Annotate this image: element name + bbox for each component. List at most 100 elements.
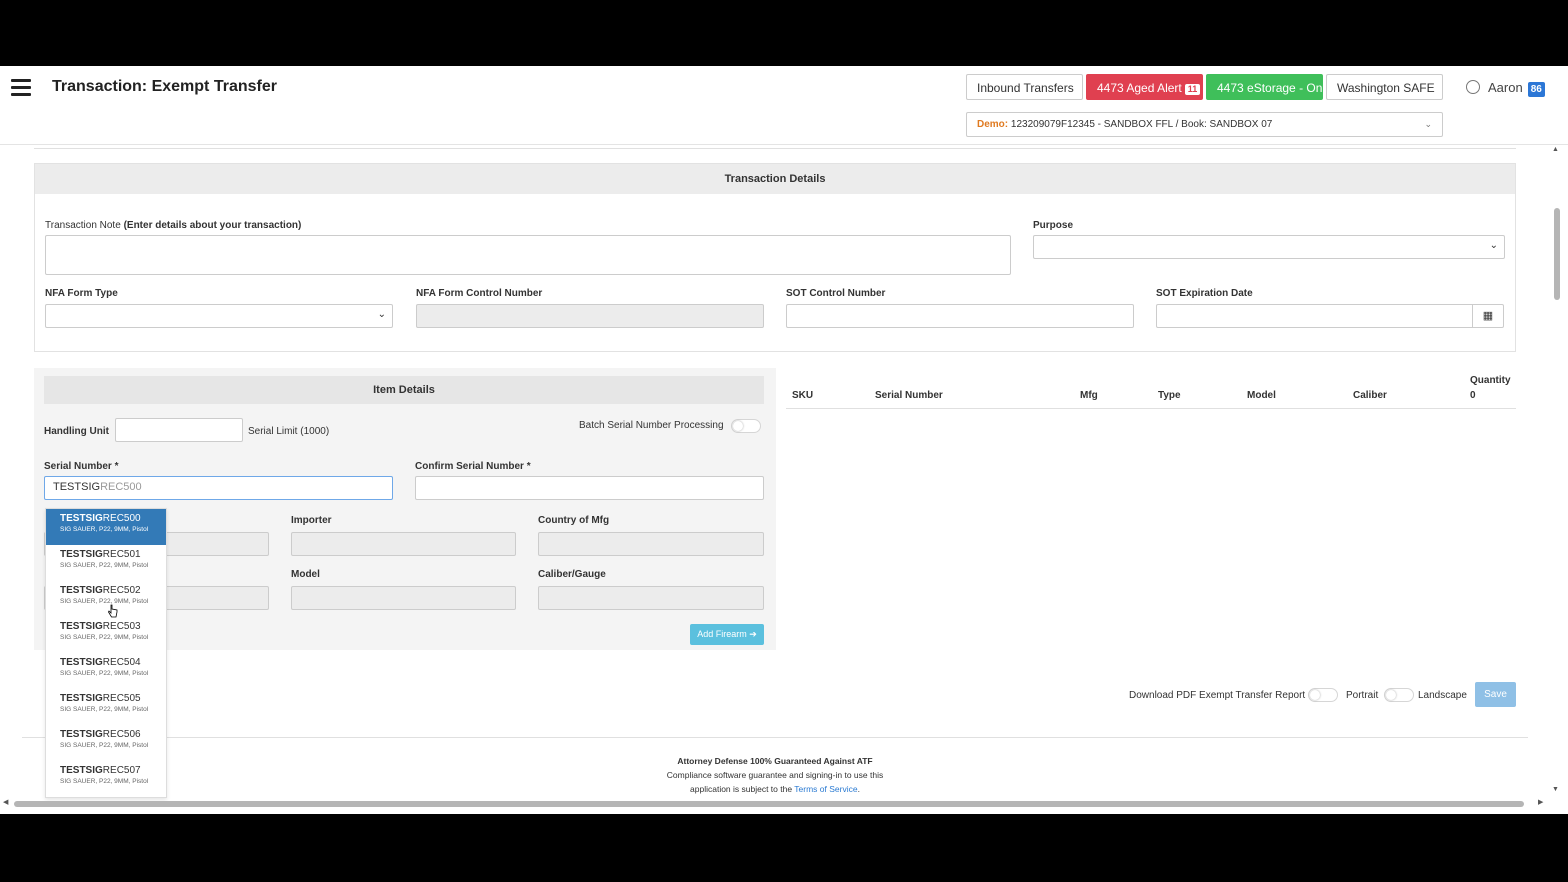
suggestion-item[interactable]: TESTSIGREC505 SIG SAUER, P22, 9MM, Pistol <box>46 689 166 725</box>
footer-period: . <box>857 784 860 794</box>
aged-alert-button[interactable]: 4473 Aged Alert 11 <box>1086 74 1203 100</box>
add-firearm-button[interactable]: Add Firearm ➔ <box>690 624 764 645</box>
suggestion-prefix: TESTSIG <box>60 621 103 632</box>
suggestion-description: SIG SAUER, P22, 9MM, Pistol <box>60 526 149 533</box>
mouse-cursor-icon <box>108 604 118 618</box>
inbound-transfers-button[interactable]: Inbound Transfers <box>966 74 1083 100</box>
serial-limit-text: Serial Limit (1000) <box>248 426 330 437</box>
scroll-right-icon[interactable]: ▶ <box>1538 798 1543 806</box>
suggestion-serial: TESTSIGREC505 <box>60 693 166 704</box>
orientation-toggle[interactable] <box>1384 688 1414 702</box>
transaction-details-heading: Transaction Details <box>35 164 1515 194</box>
column-model: Model <box>1247 390 1276 401</box>
suggestion-rest: REC504 <box>102 657 141 668</box>
sot-control-number-label: SOT Control Number <box>786 288 886 299</box>
chevron-down-icon: ⌄ <box>377 309 386 320</box>
user-menu[interactable]: Aaron 86 <box>1466 80 1545 97</box>
suggestion-serial: TESTSIGREC503 <box>60 621 166 632</box>
transaction-details-panel: Transaction Details Transaction Note (En… <box>34 163 1516 352</box>
calendar-icon[interactable]: ▦ <box>1472 305 1503 327</box>
user-badge: 86 <box>1527 82 1545 97</box>
suggestion-prefix: TESTSIG <box>60 513 103 524</box>
estorage-button[interactable]: 4473 eStorage - On <box>1206 74 1323 100</box>
suggestion-prefix: TESTSIG <box>60 729 103 740</box>
transaction-note-label-text: Transaction Note <box>45 220 121 231</box>
terms-of-service-link[interactable]: Terms of Service <box>794 784 857 794</box>
serial-typed-text: TESTSIG <box>53 481 101 493</box>
serial-number-input[interactable]: TESTSIGREC500 <box>44 476 393 500</box>
suggestion-prefix: TESTSIG <box>60 585 103 596</box>
item-details-heading: Item Details <box>44 376 764 404</box>
suggestion-item[interactable]: TESTSIGREC507 SIG SAUER, P22, 9MM, Pistol <box>46 761 166 797</box>
user-circle-icon <box>1466 80 1480 94</box>
handling-unit-input[interactable] <box>115 418 243 442</box>
suggestion-description: SIG SAUER, P22, 9MM, Pistol <box>60 706 149 713</box>
handling-unit-label: Handling Unit <box>44 426 109 437</box>
hamburger-icon[interactable] <box>11 79 31 96</box>
download-report-toggle[interactable] <box>1308 688 1338 702</box>
suggestion-serial: TESTSIGREC507 <box>60 765 166 776</box>
vertical-scroll-thumb[interactable] <box>1554 208 1560 300</box>
page-title: Transaction: Exempt Transfer <box>52 78 277 95</box>
scroll-left-icon[interactable]: ◀ <box>3 798 8 806</box>
batch-serial-label: Batch Serial Number Processing <box>579 420 724 431</box>
suggestion-description: SIG SAUER, P22, 9MM, Pistol <box>60 670 149 677</box>
suggestion-item[interactable]: TESTSIGREC506 SIG SAUER, P22, 9MM, Pistol <box>46 725 166 761</box>
column-type: Type <box>1158 390 1181 401</box>
serial-suggest-text: REC500 <box>100 481 142 493</box>
model-label: Model <box>291 569 320 580</box>
scroll-down-icon[interactable]: ▼ <box>1552 786 1559 793</box>
book-select[interactable]: Demo: 123209079F12345 - SANDBOX FFL / Bo… <box>966 112 1443 137</box>
purpose-select[interactable]: ⌄ <box>1033 235 1505 259</box>
purpose-label: Purpose <box>1033 220 1074 231</box>
horizontal-scroll-thumb[interactable] <box>14 801 1524 807</box>
suggestion-serial: TESTSIGREC501 <box>60 549 166 560</box>
column-quantity: Quantity <box>1470 375 1511 386</box>
suggestion-item[interactable]: TESTSIGREC501 SIG SAUER, P22, 9MM, Pistol <box>46 545 166 581</box>
suggestion-description: SIG SAUER, P22, 9MM, Pistol <box>60 778 149 785</box>
sot-expiration-input[interactable]: ▦ <box>1156 304 1504 328</box>
suggestion-prefix: TESTSIG <box>60 549 103 560</box>
vertical-scrollbar[interactable]: ▲ ▼ <box>1550 146 1564 796</box>
suggestion-prefix: TESTSIG <box>60 693 103 704</box>
caliber-gauge-label: Caliber/Gauge <box>538 569 606 580</box>
download-report-label: Download PDF Exempt Transfer Report <box>1129 690 1306 701</box>
footer-line-2: application is subject to the Terms of S… <box>622 782 928 796</box>
scroll-up-icon[interactable]: ▲ <box>1552 146 1559 153</box>
transaction-note-label: Transaction Note (Enter details about yo… <box>45 220 301 231</box>
horizontal-scrollbar[interactable]: ◀ ▶ <box>0 798 1550 810</box>
nfa-control-number-label: NFA Form Control Number <box>416 288 543 299</box>
landscape-label: Landscape <box>1418 690 1467 701</box>
transaction-note-textarea[interactable] <box>45 235 1011 275</box>
suggestion-rest: REC503 <box>102 621 141 632</box>
batch-serial-toggle[interactable] <box>731 419 761 433</box>
aged-alert-count: 11 <box>1184 84 1201 95</box>
confirm-serial-input[interactable] <box>415 476 764 500</box>
suggestion-rest: REC501 <box>102 549 141 560</box>
suggestion-item[interactable]: TESTSIGREC502 SIG SAUER, P22, 9MM, Pistol <box>46 581 166 617</box>
nfa-form-type-select[interactable]: ⌄ <box>45 304 393 328</box>
footer-line-2-text: application is subject to the <box>690 784 793 794</box>
sot-expiration-label: SOT Expiration Date <box>1156 288 1253 299</box>
suggestion-prefix: TESTSIG <box>60 657 103 668</box>
suggestion-rest: REC507 <box>102 765 141 776</box>
footer: Attorney Defense 100% Guaranteed Against… <box>622 754 928 796</box>
suggestion-rest: REC500 <box>102 513 141 524</box>
portrait-label: Portrait <box>1346 690 1379 701</box>
column-mfg: Mfg <box>1080 390 1098 401</box>
footer-title: Attorney Defense 100% Guaranteed Against… <box>677 756 873 766</box>
save-button[interactable]: Save <box>1475 682 1516 707</box>
suggestion-prefix: TESTSIG <box>60 765 103 776</box>
suggestion-item[interactable]: TESTSIGREC500 SIG SAUER, P22, 9MM, Pistol <box>46 509 166 545</box>
caliber-gauge-input <box>538 586 764 610</box>
suggestion-serial: TESTSIGREC500 <box>60 513 166 524</box>
model-input <box>291 586 516 610</box>
suggestion-item[interactable]: TESTSIGREC504 SIG SAUER, P22, 9MM, Pistol <box>46 653 166 689</box>
demo-label: Demo: <box>977 119 1009 130</box>
suggestion-description: SIG SAUER, P22, 9MM, Pistol <box>60 742 149 749</box>
top-bar: Transaction: Exempt Transfer Inbound Tra… <box>0 66 1568 145</box>
washington-safe-button[interactable]: Washington SAFE <box>1326 74 1443 100</box>
suggestion-item[interactable]: TESTSIGREC503 SIG SAUER, P22, 9MM, Pistol <box>46 617 166 653</box>
sot-control-number-input[interactable] <box>786 304 1134 328</box>
quantity-value: 0 <box>1470 390 1476 401</box>
